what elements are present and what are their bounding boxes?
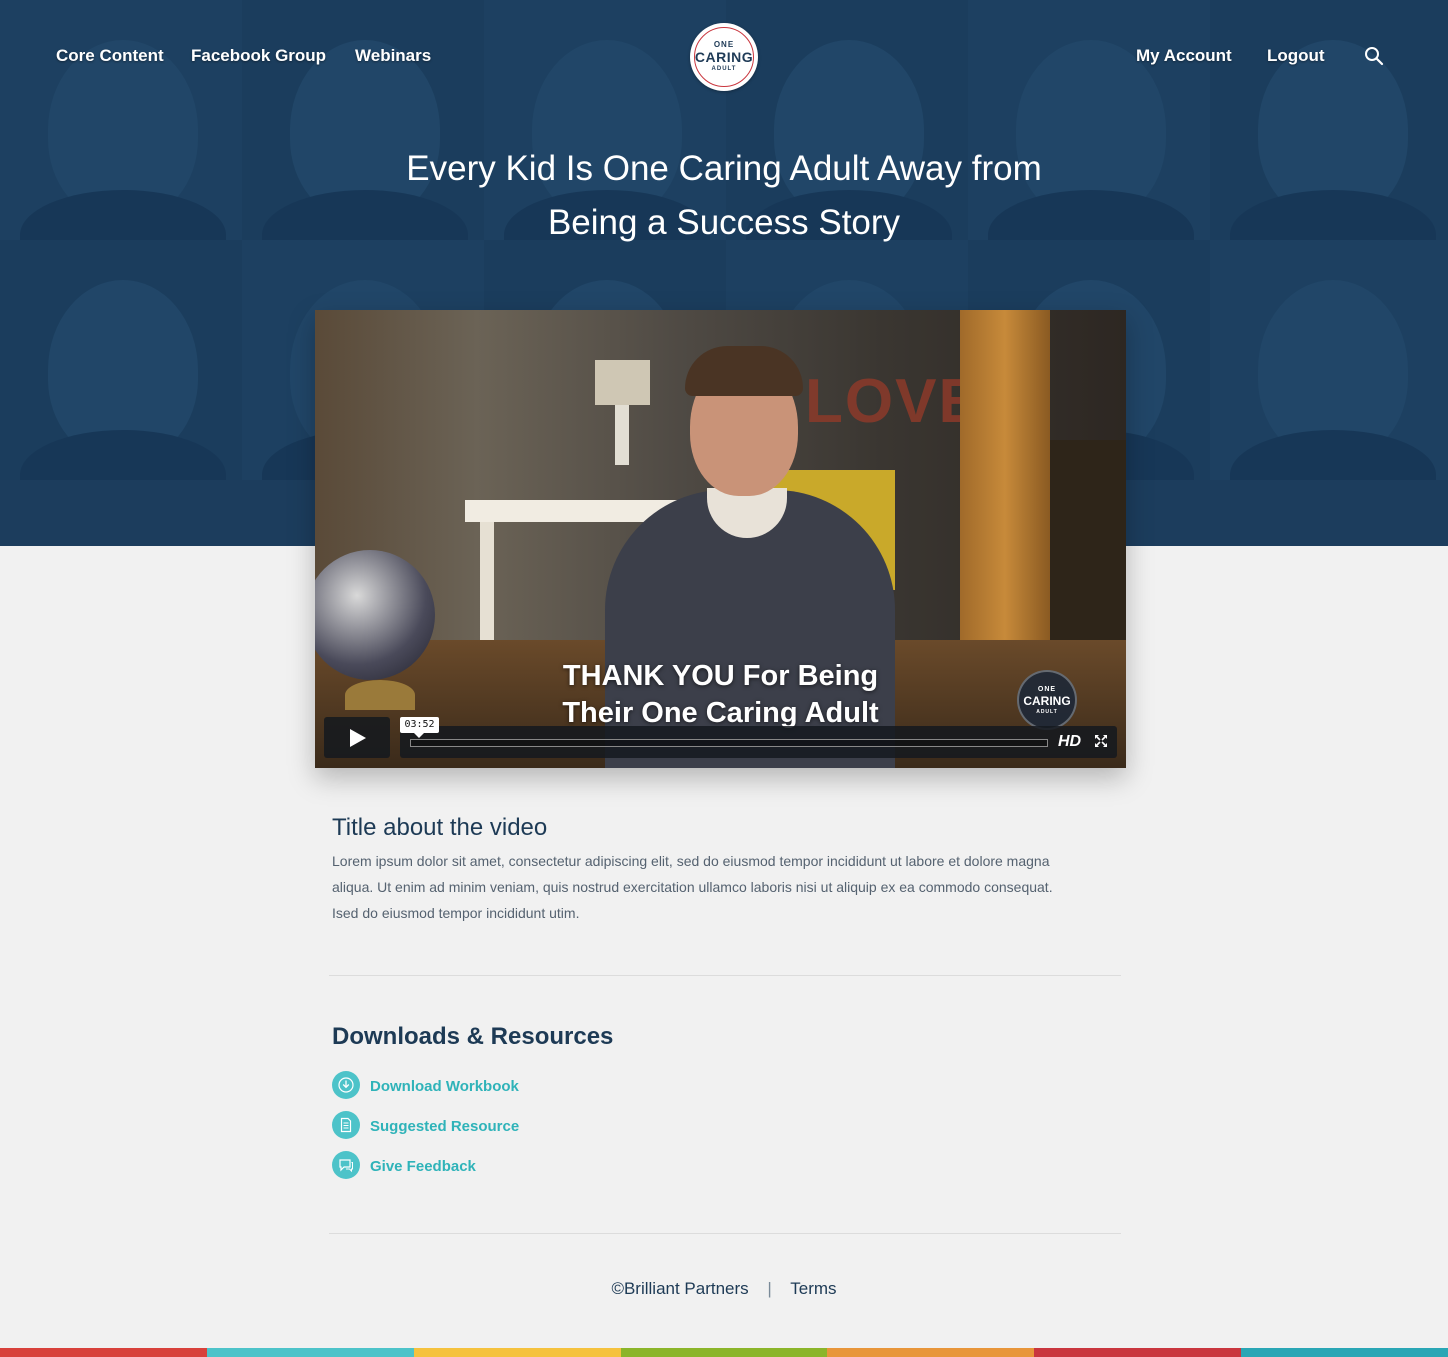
nav-core-content[interactable]: Core Content xyxy=(56,46,164,66)
search-icon[interactable] xyxy=(1364,46,1384,66)
video-love-sign: LOVE xyxy=(805,367,982,436)
footer: ©Brilliant Partners | Terms xyxy=(0,1279,1448,1299)
video-presenter-hair xyxy=(685,346,803,396)
footer-separator: | xyxy=(767,1279,772,1298)
video-time-tooltip: 03:52 xyxy=(400,717,439,738)
logo-line-caring: CARING xyxy=(694,49,754,65)
document-icon xyxy=(332,1111,360,1139)
color-stripe-segment xyxy=(827,1348,1035,1357)
nav-facebook-group[interactable]: Facebook Group xyxy=(191,46,326,66)
nav-my-account[interactable]: My Account xyxy=(1136,46,1232,66)
badge-line-caring: CARING xyxy=(1023,694,1071,708)
footer-color-stripe xyxy=(0,1348,1448,1357)
chat-icon xyxy=(332,1151,360,1179)
resources-title: Downloads & Resources xyxy=(332,1023,614,1050)
resource-suggested[interactable]: Suggested Resource xyxy=(332,1111,592,1151)
video-lamp-base xyxy=(615,405,629,465)
video-caption-line-1: THANK YOU For Being xyxy=(562,660,879,692)
video-controls: HD 03:52 xyxy=(324,717,1117,758)
play-button[interactable] xyxy=(324,717,390,758)
video-player[interactable]: LOVE THANK YOU For Being Their One Carin… xyxy=(315,310,1126,768)
fullscreen-icon[interactable] xyxy=(1094,734,1108,748)
hero-title-line-1: Every Kid Is One Caring Adult Away from xyxy=(406,149,1042,188)
footer-copyright: ©Brilliant Partners xyxy=(611,1279,749,1298)
logo-line-adult: ADULT xyxy=(711,66,737,72)
color-stripe-segment xyxy=(1241,1348,1448,1357)
color-stripe-segment xyxy=(413,1348,621,1357)
download-icon xyxy=(332,1071,360,1099)
color-stripe-segment xyxy=(206,1348,414,1357)
logo-line-one: ONE xyxy=(713,40,735,49)
resource-label[interactable]: Download Workbook xyxy=(370,1078,519,1095)
nav-webinars[interactable]: Webinars xyxy=(355,46,431,66)
color-stripe-segment xyxy=(1034,1348,1242,1357)
hero-title: Every Kid Is One Caring Adult Away from … xyxy=(300,142,1148,250)
badge-line-adult: ADULT xyxy=(1036,709,1058,715)
video-progress-bar[interactable] xyxy=(410,739,1048,747)
resource-label[interactable]: Suggested Resource xyxy=(370,1118,519,1135)
section-divider xyxy=(329,975,1121,976)
hd-toggle[interactable]: HD xyxy=(1058,733,1081,751)
play-icon xyxy=(350,729,366,747)
nav-logout[interactable]: Logout xyxy=(1267,46,1325,66)
video-about-section: Title about the video Lorem ipsum dolor … xyxy=(332,814,1092,926)
resource-label[interactable]: Give Feedback xyxy=(370,1158,476,1175)
color-stripe-segment xyxy=(620,1348,828,1357)
footer-terms-link[interactable]: Terms xyxy=(790,1279,836,1298)
video-control-bar: HD xyxy=(400,726,1117,758)
one-caring-adult-logo[interactable]: ONE CARING ADULT xyxy=(690,23,758,91)
video-lamp-shade xyxy=(595,360,650,405)
footer-divider xyxy=(329,1233,1121,1234)
video-description: Lorem ipsum dolor sit amet, consectetur … xyxy=(332,853,1053,921)
resources-list: Download Workbook Suggested Resource Giv… xyxy=(332,1071,592,1191)
video-title: Title about the video xyxy=(332,814,548,841)
top-nav: Core Content Facebook Group Webinars ONE… xyxy=(0,0,1448,112)
resource-download-workbook[interactable]: Download Workbook xyxy=(332,1071,592,1111)
hero-title-line-2: Being a Success Story xyxy=(547,203,901,242)
resource-give-feedback[interactable]: Give Feedback xyxy=(332,1151,592,1191)
badge-line-one: ONE xyxy=(1037,686,1057,693)
color-stripe-segment xyxy=(0,1348,207,1357)
